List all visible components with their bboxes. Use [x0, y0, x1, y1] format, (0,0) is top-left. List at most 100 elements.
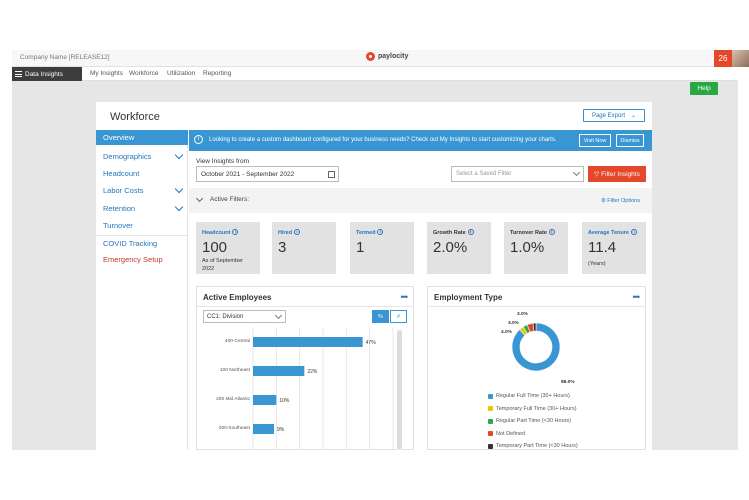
legend-item[interactable]: Temporary Part Time (<30 Hours) [488, 443, 578, 449]
legend-swatch [488, 406, 493, 411]
kpi-value: 1 [356, 239, 365, 256]
legend-item[interactable]: Not Defined [488, 431, 525, 437]
sidebar-item-label: Labor Costs [103, 186, 144, 195]
kpi-label: Growth Rate i [433, 229, 474, 236]
legend-item[interactable]: Regular Part Time (<30 Hours) [488, 418, 571, 424]
kpi-label-text: Average Tenure [588, 230, 629, 236]
legend-swatch [488, 431, 493, 436]
paylocity-logo[interactable]: paylocity [366, 52, 408, 61]
bar [253, 395, 277, 405]
main-nav: Data Insights My Insights Workforce Util… [12, 67, 738, 81]
sidebar-item-label: COVID Tracking [103, 238, 158, 248]
percent-toggle[interactable]: % [372, 310, 389, 323]
avatar[interactable] [732, 50, 749, 67]
legend-swatch [488, 393, 493, 399]
legend-swatch [488, 418, 493, 424]
calendar-icon[interactable] [328, 171, 335, 178]
active-employees-bar-chart: 400-Central 47% 100 Northeast 22% 200 Mid At… [216, 327, 394, 450]
bar-value-label: 10% [279, 398, 290, 404]
data-insights-menu-button[interactable]: Data Insights [12, 67, 82, 81]
nav-my-insights[interactable]: My Insights [90, 70, 123, 77]
nav-utilization[interactable]: Utilization [167, 70, 195, 77]
legend-swatch [488, 443, 493, 449]
kpi-subtext: (Years) [588, 261, 606, 267]
chevron-down-icon: ⌄ [631, 113, 637, 119]
kpi-hired[interactable]: Hired i 3 [272, 222, 336, 274]
dismiss-button[interactable]: Dismiss [616, 134, 644, 147]
nav-workforce[interactable]: Workforce [129, 70, 159, 77]
info-icon[interactable]: i [377, 229, 384, 235]
scrollbar-thumb[interactable] [397, 331, 402, 449]
info-icon[interactable]: i [232, 229, 239, 235]
employment-type-donut-chart: 88.0% 3.0% 3.0% 4.0% [501, 311, 575, 385]
kpi-turnover-rate: Turnover Rate i 1.0% [504, 222, 568, 274]
kpi-label: Average Tenure i [588, 229, 637, 236]
legend-item[interactable]: Temporary Full Time (30+ Hours) [488, 406, 577, 412]
active-filters-bar: Active Filters: ⚙ Filter Options [189, 188, 652, 213]
active-filters-label[interactable]: Active Filters: [210, 196, 249, 203]
help-button[interactable]: Help [690, 82, 718, 95]
logo-text: paylocity [378, 53, 409, 60]
info-icon: i [194, 135, 203, 144]
info-icon[interactable]: i [548, 229, 555, 235]
filter-options-link[interactable]: ⚙ Filter Options [601, 198, 640, 204]
info-icon[interactable]: i [294, 229, 301, 235]
filter-insights-button[interactable]: ▽ Filter Insights [588, 166, 646, 182]
nav-reporting[interactable]: Reporting [203, 70, 231, 77]
kpi-termed[interactable]: Termed i 1 [350, 222, 414, 274]
kpi-label: Headcount i [202, 229, 239, 236]
sidebar: Overview Demographics Headcount Labor Co… [96, 130, 188, 450]
visit-now-button[interactable]: Visit Now [579, 134, 611, 147]
data-insights-label: Data Insights [25, 70, 63, 78]
sidebar-item-headcount[interactable]: Headcount [96, 166, 188, 181]
chevron-down-icon [174, 202, 184, 212]
kpi-average-tenure[interactable]: Average Tenure i 11.4 (Years) [582, 222, 646, 274]
sidebar-item-labor-costs[interactable]: Labor Costs [96, 183, 188, 198]
sidebar-item-covid-tracking[interactable]: COVID Tracking [96, 235, 188, 250]
info-icon[interactable]: i [630, 229, 637, 235]
page-export-dropdown[interactable]: Page Export ⌄ [583, 109, 645, 122]
kpi-value: 11.4 [588, 239, 617, 256]
chevron-down-icon[interactable] [195, 194, 204, 203]
saved-filter-placeholder: Select a Saved Filter [456, 171, 512, 177]
saved-filter-select[interactable]: Select a Saved Filter [451, 166, 584, 182]
more-options-icon[interactable]: ••• [633, 293, 641, 302]
bar [253, 424, 274, 434]
sidebar-item-emergency-setup[interactable]: Emergency Setup [96, 252, 188, 267]
kpi-label-text: Hired [278, 230, 293, 236]
legend-label: Not Defined [496, 430, 526, 437]
sidebar-item-demographics[interactable]: Demographics [96, 149, 188, 164]
bar-value-label: 9% [277, 427, 285, 433]
more-options-icon[interactable]: ••• [401, 293, 409, 302]
sidebar-item-overview[interactable]: Overview [96, 130, 188, 145]
page-title: Workforce [110, 111, 160, 123]
kpi-value: 3 [278, 239, 287, 256]
card-title: Active Employees [203, 293, 272, 302]
kpi-value: 2.0% [433, 239, 468, 256]
kpi-label: Termed i [356, 229, 384, 236]
workforce-panel: Workforce Page Export ⌄ Overview Demogra… [96, 102, 652, 450]
notification-badge[interactable]: 26 [714, 50, 732, 67]
donut-value-label: 3.0% [517, 311, 529, 317]
top-header: Company Name [RELEASE12] paylocity 26 [12, 50, 749, 67]
legend-item[interactable]: Regular Full Time (30+ Hours) [488, 393, 570, 399]
sidebar-item-turnover[interactable]: Turnover [96, 218, 188, 233]
sidebar-item-retention[interactable]: Retention [96, 201, 188, 216]
kpi-headcount[interactable]: Headcount i 100 As of September 2022 [196, 222, 260, 274]
bar-category-label: 300-Southeast [219, 425, 251, 431]
kpi-label-text: Termed [356, 230, 376, 236]
dimension-select[interactable]: CC1: Division [203, 310, 286, 323]
donut-value-label: 3.0% [508, 320, 520, 326]
filter-options-label: Filter Options [607, 198, 640, 204]
dimension-value: CC1: Division [207, 313, 244, 320]
kpi-label: Hired i [278, 229, 301, 236]
kpi-label-text: Growth Rate [433, 230, 466, 236]
kpi-subtext: As of September 2022 [202, 258, 243, 272]
info-icon[interactable]: i [467, 229, 474, 235]
date-range-field[interactable]: October 2021 - September 2022 [196, 166, 339, 182]
donut-value-label: 88.0% [561, 379, 575, 385]
bar-category-label: 100 Northeast [220, 367, 251, 373]
kpi-label-text: Turnover Rate [510, 230, 547, 236]
kpi-label: Turnover Rate i [510, 229, 555, 236]
count-toggle[interactable]: # [390, 310, 407, 323]
